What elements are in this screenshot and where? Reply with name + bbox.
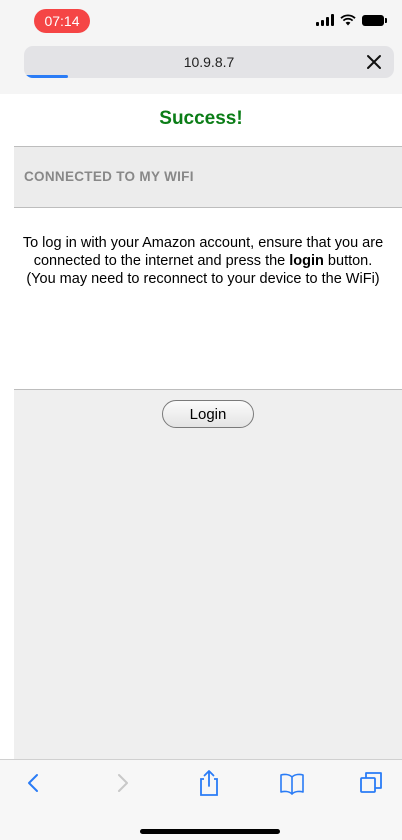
page-title: Success! [159, 108, 243, 129]
browser-address-area: 10.9.8.7 [0, 38, 402, 94]
instructions-suffix: button. [323, 253, 373, 269]
instructions-note: (You may need to reconnect to your devic… [26, 271, 380, 287]
status-icons [316, 13, 387, 27]
back-icon[interactable] [18, 768, 48, 798]
section-header-band: CONNECTED TO MY WIFI [14, 146, 402, 208]
page-load-progress-bar [24, 75, 68, 78]
browser-toolbar [0, 759, 402, 840]
url-text[interactable]: 10.9.8.7 [24, 46, 394, 78]
instructions-bold-login: login [289, 253, 324, 269]
share-icon[interactable] [194, 768, 224, 798]
home-indicator[interactable] [140, 829, 280, 834]
section-heading: CONNECTED TO MY WIFI [24, 169, 194, 184]
login-area: Login [14, 389, 402, 760]
instructions-text: To log in with your Amazon account, ensu… [18, 234, 388, 288]
tabs-icon[interactable] [356, 768, 386, 798]
wifi-icon [340, 14, 356, 26]
forward-icon[interactable] [108, 768, 138, 798]
signal-icon [316, 14, 334, 26]
status-bar: 07:14 [0, 0, 402, 38]
close-icon[interactable] [362, 50, 386, 74]
login-button[interactable]: Login [162, 400, 254, 428]
url-bar[interactable]: 10.9.8.7 [24, 46, 394, 78]
battery-icon [362, 14, 387, 26]
status-time: 07:14 [34, 9, 90, 33]
bookmarks-icon[interactable] [277, 768, 307, 798]
